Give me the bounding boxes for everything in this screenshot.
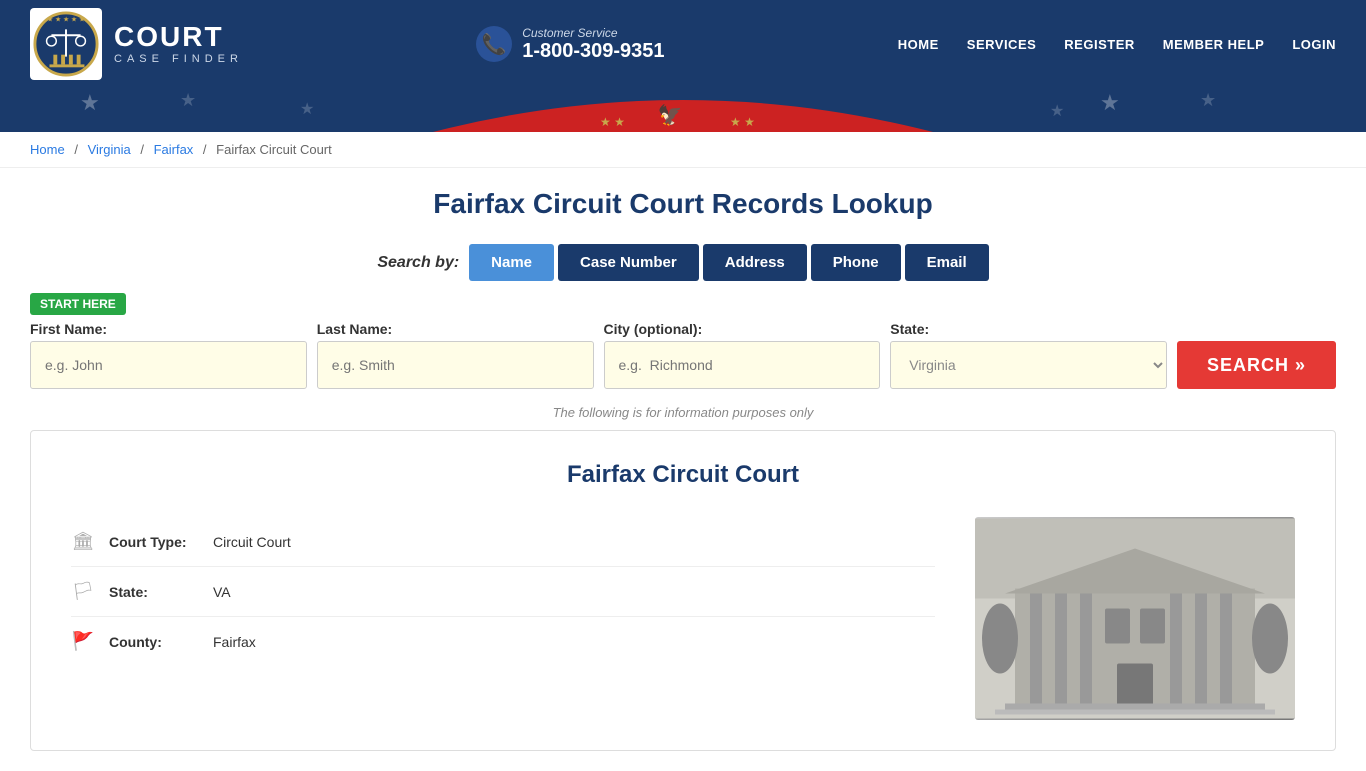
svg-text:🦅: 🦅 — [658, 103, 683, 127]
first-name-label: First Name: — [30, 321, 307, 337]
search-form: First Name: Last Name: City (optional): … — [30, 321, 1336, 389]
nav-member-help[interactable]: MEMBER HELP — [1163, 37, 1265, 52]
county-row: 🚩 County: Fairfax — [71, 617, 935, 666]
court-info-box: Fairfax Circuit Court 🏛 Court Type: Circ… — [30, 430, 1336, 751]
search-tabs: Name Case Number Address Phone Email — [469, 244, 988, 281]
logo-court-label: COURT — [114, 23, 243, 51]
city-field: City (optional): — [604, 321, 881, 389]
last-name-field: Last Name: — [317, 321, 594, 389]
breadcrumb-virginia[interactable]: Virginia — [88, 142, 131, 157]
tab-address[interactable]: Address — [703, 244, 807, 281]
tab-phone[interactable]: Phone — [811, 244, 901, 281]
breadcrumb: Home / Virginia / Fairfax / Fairfax Circ… — [0, 132, 1366, 168]
map-icon: 🚩 — [71, 631, 95, 652]
logo-badge: ★ ★ ★ ★ ★ — [30, 8, 102, 80]
start-here-badge: START HERE — [30, 293, 126, 315]
flag-icon: 🏳 — [71, 581, 95, 602]
tab-email[interactable]: Email — [905, 244, 989, 281]
page-title: Fairfax Circuit Court Records Lookup — [30, 188, 1336, 220]
court-photo — [975, 517, 1295, 720]
city-input[interactable] — [604, 341, 881, 389]
nav-home[interactable]: HOME — [898, 37, 939, 52]
state-select[interactable]: Virginia AlabamaAlaskaArizona ArkansasCa… — [890, 341, 1167, 389]
state-row: 🏳 State: VA — [71, 567, 935, 617]
search-by-label: Search by: — [377, 254, 459, 272]
tab-case-number[interactable]: Case Number — [558, 244, 699, 281]
first-name-field: First Name: — [30, 321, 307, 389]
info-note: The following is for information purpose… — [30, 405, 1336, 420]
svg-text:★ ★ ★ ★ ★: ★ ★ ★ ★ ★ — [47, 16, 85, 24]
nav-services[interactable]: SERVICES — [967, 37, 1037, 52]
svg-text:★: ★ — [1050, 103, 1064, 120]
phone-icon: 📞 — [476, 26, 512, 62]
state-label: State: — [890, 321, 1167, 337]
site-header: ★ ★ ★ ★ ★ COURT CASE FINDER — [0, 0, 1366, 132]
tab-name[interactable]: Name — [469, 244, 554, 281]
svg-text:★: ★ — [1200, 90, 1216, 110]
last-name-label: Last Name: — [317, 321, 594, 337]
customer-service: 📞 Customer Service 1-800-309-9351 — [476, 26, 664, 63]
court-type-row: 🏛 Court Type: Circuit Court — [71, 517, 935, 567]
state-row-label: State: — [109, 584, 199, 600]
building-icon: 🏛 — [71, 531, 95, 552]
logo-area: ★ ★ ★ ★ ★ COURT CASE FINDER — [30, 8, 243, 80]
nav-login[interactable]: LOGIN — [1292, 37, 1336, 52]
court-type-value: Circuit Court — [213, 534, 291, 550]
county-label: County: — [109, 634, 199, 650]
svg-text:★ ★: ★ ★ — [600, 115, 625, 129]
svg-text:★: ★ — [80, 90, 100, 115]
cs-label: Customer Service — [522, 26, 664, 40]
city-label: City (optional): — [604, 321, 881, 337]
svg-text:★: ★ — [300, 101, 314, 118]
first-name-input[interactable] — [30, 341, 307, 389]
breadcrumb-home[interactable]: Home — [30, 142, 65, 157]
logo-finder-label: CASE FINDER — [114, 53, 243, 65]
state-row-value: VA — [213, 584, 231, 600]
court-type-label: Court Type: — [109, 534, 199, 550]
search-button[interactable]: SEARCH » — [1177, 341, 1336, 389]
svg-text:★: ★ — [180, 90, 196, 110]
svg-text:★ ★: ★ ★ — [730, 115, 755, 129]
main-nav: HOME SERVICES REGISTER MEMBER HELP LOGIN — [898, 37, 1336, 52]
nav-register[interactable]: REGISTER — [1064, 37, 1134, 52]
county-value: Fairfax — [213, 634, 256, 650]
search-by-row: Search by: Name Case Number Address Phon… — [30, 244, 1336, 281]
court-info-body: 🏛 Court Type: Circuit Court 🏳 State: VA … — [71, 517, 1295, 720]
last-name-input[interactable] — [317, 341, 594, 389]
breadcrumb-fairfax[interactable]: Fairfax — [154, 142, 194, 157]
state-field: State: Virginia AlabamaAlaskaArizona Ark… — [890, 321, 1167, 389]
court-info-details: 🏛 Court Type: Circuit Court 🏳 State: VA … — [71, 517, 935, 720]
logo-text: COURT CASE FINDER — [114, 23, 243, 65]
breadcrumb-current: Fairfax Circuit Court — [216, 142, 332, 157]
svg-text:★: ★ — [1100, 90, 1120, 115]
cs-phone: 1-800-309-9351 — [522, 40, 664, 63]
main-content: Fairfax Circuit Court Records Lookup Sea… — [0, 168, 1366, 771]
court-info-title: Fairfax Circuit Court — [71, 461, 1295, 489]
